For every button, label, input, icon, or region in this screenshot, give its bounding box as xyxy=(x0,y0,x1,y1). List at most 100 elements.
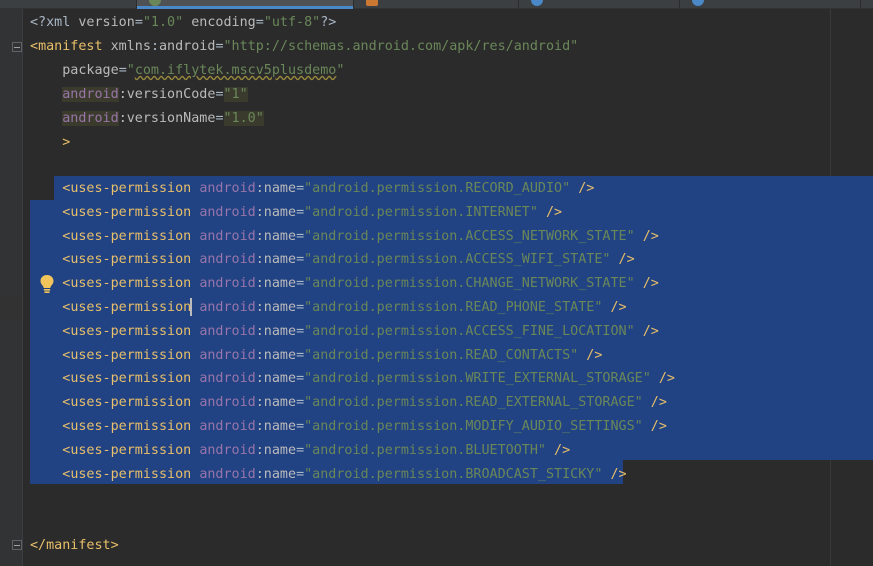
code-line-uses-permission: <uses-permission android:name="android.p… xyxy=(62,419,667,434)
attr-namespace: android xyxy=(199,228,256,244)
code-line-uses-permission: <uses-permission android:name="android.p… xyxy=(62,395,667,411)
tag-name: uses-permission xyxy=(70,276,192,292)
code-line: > xyxy=(30,131,70,155)
attr-name: :name xyxy=(255,419,297,434)
attr-value: "utf-8" xyxy=(263,15,321,30)
attr-namespace: android xyxy=(199,252,256,268)
tag-name: uses-permission xyxy=(70,442,192,458)
fold-marker-icon[interactable] xyxy=(12,540,22,550)
code-line-uses-permission: <uses-permission android:name="android.p… xyxy=(62,323,659,339)
attr-value: "1" xyxy=(223,87,248,102)
fold-marker-icon[interactable] xyxy=(12,42,22,52)
attr-name: :versionCode xyxy=(118,87,216,102)
permission-value: "android.permission.READ_CONTACTS" xyxy=(304,347,579,363)
code-line: package="com.iflytek.mscv5plusdemo" xyxy=(62,63,345,78)
tag-name: uses-permission xyxy=(70,252,192,268)
xml-decl-close: ?> xyxy=(320,15,337,30)
tag-name: uses-permission xyxy=(70,347,192,363)
attr-name: :name xyxy=(255,395,297,411)
attr-quote: " xyxy=(126,63,135,78)
class-file-icon xyxy=(531,0,543,6)
attr-name: :name xyxy=(255,276,297,292)
closing-tag: </manifest> xyxy=(30,538,119,553)
attr-namespace: android xyxy=(199,276,256,292)
code-line: android:versionName="1.0" xyxy=(62,111,264,126)
tag-self-close: /> xyxy=(554,442,571,458)
tag-self-close: /> xyxy=(545,204,563,220)
attr-namespace: android xyxy=(199,347,256,363)
editor-tab[interactable] xyxy=(680,0,861,8)
attr-name: :name xyxy=(255,228,297,244)
attr-name: :name xyxy=(255,252,297,268)
xml-decl-open: <?xml xyxy=(30,15,71,30)
code-line-uses-permission: <uses-permission android:name="android.p… xyxy=(62,276,659,292)
code-line-uses-permission: <uses-permission android:name="android.p… xyxy=(62,442,571,458)
attr-namespace: android xyxy=(199,466,256,482)
java-file-icon xyxy=(366,0,378,6)
tag-name: uses-permission xyxy=(70,300,192,315)
attr-name: :name xyxy=(255,371,297,387)
permission-value: "android.permission.MODIFY_AUDIO_SETTING… xyxy=(304,419,643,434)
permission-value: "android.permission.INTERNET" xyxy=(304,204,538,220)
tag-self-close: /> xyxy=(650,395,667,411)
editor-tab[interactable] xyxy=(354,0,519,8)
attr-quote: " xyxy=(336,63,345,78)
attr-name: version xyxy=(78,15,135,30)
tag-self-close: /> xyxy=(610,466,627,482)
tag-self-close: /> xyxy=(658,371,675,387)
tag-name: uses-permission xyxy=(70,323,192,339)
code-line-uses-permission: <uses-permission android:name="android.p… xyxy=(62,181,595,196)
tag-self-close: /> xyxy=(578,181,595,196)
code-line-uses-permission: <uses-permission android:name="android.p… xyxy=(62,466,627,482)
code-line: <manifest xmlns:android="http://schemas.… xyxy=(30,39,579,54)
attr-namespace: android xyxy=(199,395,256,411)
attr-namespace: android xyxy=(62,111,119,126)
attr-name: encoding xyxy=(191,15,256,30)
code-line: <?xml version="1.0" encoding="utf-8"?> xyxy=(30,15,337,30)
attr-namespace: android xyxy=(199,419,256,434)
attr-name: :name xyxy=(255,466,297,482)
editor-tab-active[interactable] xyxy=(137,0,354,9)
tag-name: manifest xyxy=(38,39,103,54)
tag-self-close: /> xyxy=(642,276,659,292)
attr-value: "1.0" xyxy=(142,15,184,30)
class-file-icon xyxy=(692,0,704,6)
tag-bracket: < xyxy=(30,39,39,54)
tag-name: uses-permission xyxy=(70,371,192,387)
tag-self-close: /> xyxy=(642,323,659,339)
permission-value: "android.permission.ACCESS_FINE_LOCATION… xyxy=(304,323,635,339)
attr-name: :name xyxy=(255,181,297,196)
attr-namespace: android xyxy=(199,323,256,339)
code-line-uses-permission: <uses-permission android:name="android.p… xyxy=(62,228,659,244)
attr-name: package xyxy=(62,63,119,78)
tag-self-close: /> xyxy=(586,347,603,363)
editor-tab[interactable] xyxy=(0,0,137,8)
permission-value: "android.permission.READ_EXTERNAL_STORAG… xyxy=(304,395,643,411)
attr-name: :name xyxy=(255,300,297,315)
tag-self-close: /> xyxy=(618,252,635,268)
attr-name: :name xyxy=(255,347,297,363)
code-line-uses-permission: <uses-permission android:name="android.p… xyxy=(62,204,563,220)
code-line-uses-permission: <uses-permission android:name="android.p… xyxy=(62,371,675,387)
attr-name: :name xyxy=(255,204,297,220)
tag-name: uses-permission xyxy=(70,204,192,220)
tag-self-close: /> xyxy=(610,300,627,315)
tag-name: uses-permission xyxy=(70,419,192,434)
editor-tab[interactable] xyxy=(519,0,680,8)
attr-namespace: android xyxy=(199,300,256,315)
attr-name: android xyxy=(159,39,216,54)
permission-value: "android.permission.BLUETOOTH" xyxy=(304,442,546,458)
attr-name: xmlns xyxy=(110,39,151,54)
current-line-gutter-marker xyxy=(0,296,22,320)
permission-value: "android.permission.RECORD_AUDIO" xyxy=(304,181,571,196)
attr-namespace: android xyxy=(199,181,256,196)
permission-value: "android.permission.ACCESS_WIFI_STATE" xyxy=(304,252,611,268)
attr-namespace: android xyxy=(199,371,256,387)
tag-bracket: > xyxy=(62,135,71,150)
tag-self-close: /> xyxy=(650,419,667,434)
editor-gutter xyxy=(0,9,23,566)
tag-name: uses-permission xyxy=(70,466,192,482)
code-line-uses-permission: <uses-permission android:name="android.p… xyxy=(62,252,635,268)
permission-value: "android.permission.CHANGE_NETWORK_STATE… xyxy=(304,276,635,292)
attr-namespace: android xyxy=(199,204,256,220)
